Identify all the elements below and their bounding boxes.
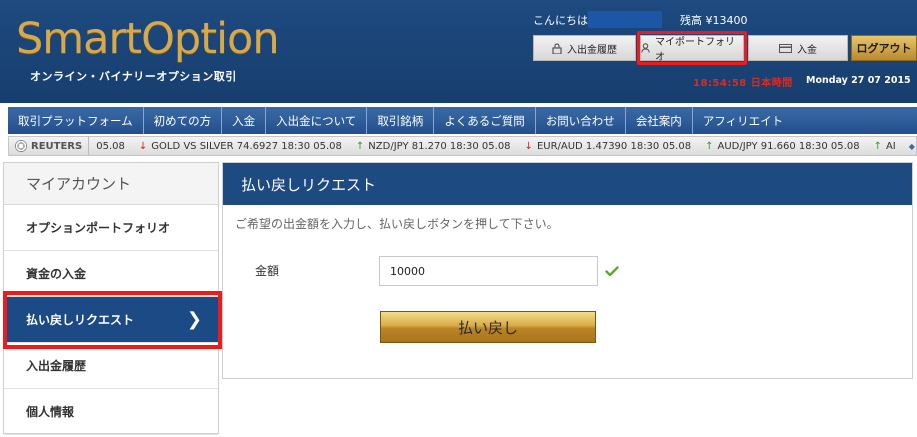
ticker-scroll-icon[interactable]: ◆ bbox=[903, 142, 916, 151]
sidebar-title: マイアカウント bbox=[4, 163, 218, 205]
arrow-up-icon: ↑ bbox=[873, 140, 882, 152]
account-balance: 残高 ¥13400 bbox=[680, 14, 748, 27]
arrow-down-icon: ↓ bbox=[138, 140, 148, 152]
ticker-item-text: GOLD VS SILVER 74.6927 18:30 05.08 bbox=[151, 140, 342, 152]
price-ticker: REUTERS 05.08 ↓ GOLD VS SILVER 74.6927 1… bbox=[8, 136, 917, 156]
lock-icon bbox=[552, 42, 562, 54]
nav-item-about-deposit-withdrawal[interactable]: 入出金について bbox=[266, 107, 368, 134]
user-icon bbox=[641, 43, 650, 53]
nav-item-contact[interactable]: お問い合わせ bbox=[536, 107, 626, 134]
logo-text: SmartOption bbox=[16, 14, 280, 64]
sidebar-item-label: 個人情報 bbox=[26, 405, 75, 419]
arrow-up-icon: ↑ bbox=[355, 140, 365, 152]
arrow-up-icon: ↑ bbox=[705, 140, 714, 152]
nav-item-deposit[interactable]: 入金 bbox=[222, 107, 267, 134]
card-icon bbox=[779, 43, 792, 53]
reuters-brand: REUTERS bbox=[9, 137, 90, 155]
sidebar-item-withdrawal-request[interactable]: 払い戻しリクエスト ❯ bbox=[4, 297, 218, 343]
sidebar-item-fund-deposit[interactable]: 資金の入金 bbox=[4, 251, 218, 297]
ticker-item: 05.08 bbox=[89, 141, 132, 152]
ticker-item-text: 05.08 bbox=[96, 140, 125, 152]
sidebar-item-personal-info[interactable]: 個人情報 bbox=[4, 389, 218, 435]
ticker-item: ↑ AUD/JPY 91.660 18:30 05.08 bbox=[698, 141, 866, 152]
clock-display: 18:54:58 日本時間 bbox=[693, 78, 793, 89]
date-display: Monday 27 07 2015 bbox=[806, 75, 911, 86]
amount-input[interactable] bbox=[379, 256, 598, 286]
nav-item-company[interactable]: 会社案内 bbox=[626, 107, 693, 134]
ticker-item-text: AI bbox=[885, 140, 896, 152]
sidebar-item-label: 払い戻しリクエスト bbox=[26, 313, 135, 327]
deposit-button[interactable]: 入金 bbox=[748, 35, 848, 61]
sidebar-item-transaction-history[interactable]: 入出金履歴 bbox=[4, 343, 218, 389]
amount-label: 金額 bbox=[255, 264, 280, 278]
sidebar-item-option-portfolio[interactable]: オプションポートフォリオ bbox=[4, 205, 218, 251]
site-header: SmartOption オンライン・バイナリーオプション取引 こんにちは 残高 … bbox=[0, 0, 917, 103]
arrow-down-icon: ↓ bbox=[524, 140, 533, 152]
nav-item-faq[interactable]: よくあるご質問 bbox=[434, 107, 536, 134]
deposit-history-label: 入出金履歴 bbox=[567, 44, 617, 56]
ticker-item: ↑ AI bbox=[867, 141, 903, 152]
smartoption-logo[interactable]: SmartOption bbox=[8, 8, 280, 68]
instruction-text: ご希望の出金額を入力し、払い戻しボタンを押して下さい。 bbox=[235, 217, 559, 231]
panel-title: 払い戻しリクエスト bbox=[223, 163, 912, 205]
withdraw-button[interactable]: 払い戻し bbox=[380, 311, 596, 343]
my-portfolio-label: マイポートフォリオ bbox=[655, 37, 735, 63]
deposit-label: 入金 bbox=[797, 44, 817, 56]
deposit-history-button[interactable]: 入出金履歴 bbox=[533, 35, 636, 61]
ticker-item: ↓ EUR/AUD 1.47390 18:30 05.08 bbox=[518, 141, 699, 152]
account-sidebar: マイアカウント オプションポートフォリオ 資金の入金 払い戻しリクエスト ❯ 入… bbox=[3, 162, 219, 435]
ticker-item-text: EUR/AUD 1.47390 18:30 05.08 bbox=[536, 140, 692, 152]
sidebar-item-label: 資金の入金 bbox=[26, 267, 87, 281]
logo-tagline: オンライン・バイナリーオプション取引 bbox=[30, 70, 237, 83]
nav-item-beginners[interactable]: 初めての方 bbox=[144, 107, 223, 134]
username-redacted bbox=[588, 11, 662, 28]
nav-item-trading-assets[interactable]: 取引銘柄 bbox=[367, 107, 435, 134]
sidebar-item-label: オプションポートフォリオ bbox=[26, 221, 171, 235]
ticker-item-text: NZD/JPY 81.270 18:30 05.08 bbox=[368, 140, 511, 152]
nav-item-trading-platform[interactable]: 取引プラットフォーム bbox=[8, 107, 144, 134]
logout-button[interactable]: ログアウト bbox=[851, 35, 917, 61]
nav-item-affiliate[interactable]: アフィリエイト bbox=[693, 107, 793, 134]
sidebar-item-label: 入出金履歴 bbox=[26, 359, 87, 373]
withdrawal-panel: 払い戻しリクエスト ご希望の出金額を入力し、払い戻しボタンを押して下さい。 金額… bbox=[222, 162, 913, 379]
ticker-item: ↓ GOLD VS SILVER 74.6927 18:30 05.08 bbox=[132, 141, 349, 152]
reuters-label: REUTERS bbox=[31, 140, 83, 152]
ticker-item-text: AUD/JPY 91.660 18:30 05.08 bbox=[717, 140, 860, 152]
chevron-right-icon: ❯ bbox=[186, 309, 202, 330]
main-navigation: 取引プラットフォーム 初めての方 入金 入出金について 取引銘柄 よくあるご質問… bbox=[8, 107, 917, 134]
checkmark-icon bbox=[605, 262, 619, 281]
ticker-item: ↑ NZD/JPY 81.270 18:30 05.08 bbox=[349, 141, 518, 152]
reuters-logo-icon bbox=[15, 140, 27, 152]
my-portfolio-button[interactable]: マイポートフォリオ bbox=[640, 35, 744, 63]
greeting-text: こんにちは bbox=[533, 14, 588, 27]
